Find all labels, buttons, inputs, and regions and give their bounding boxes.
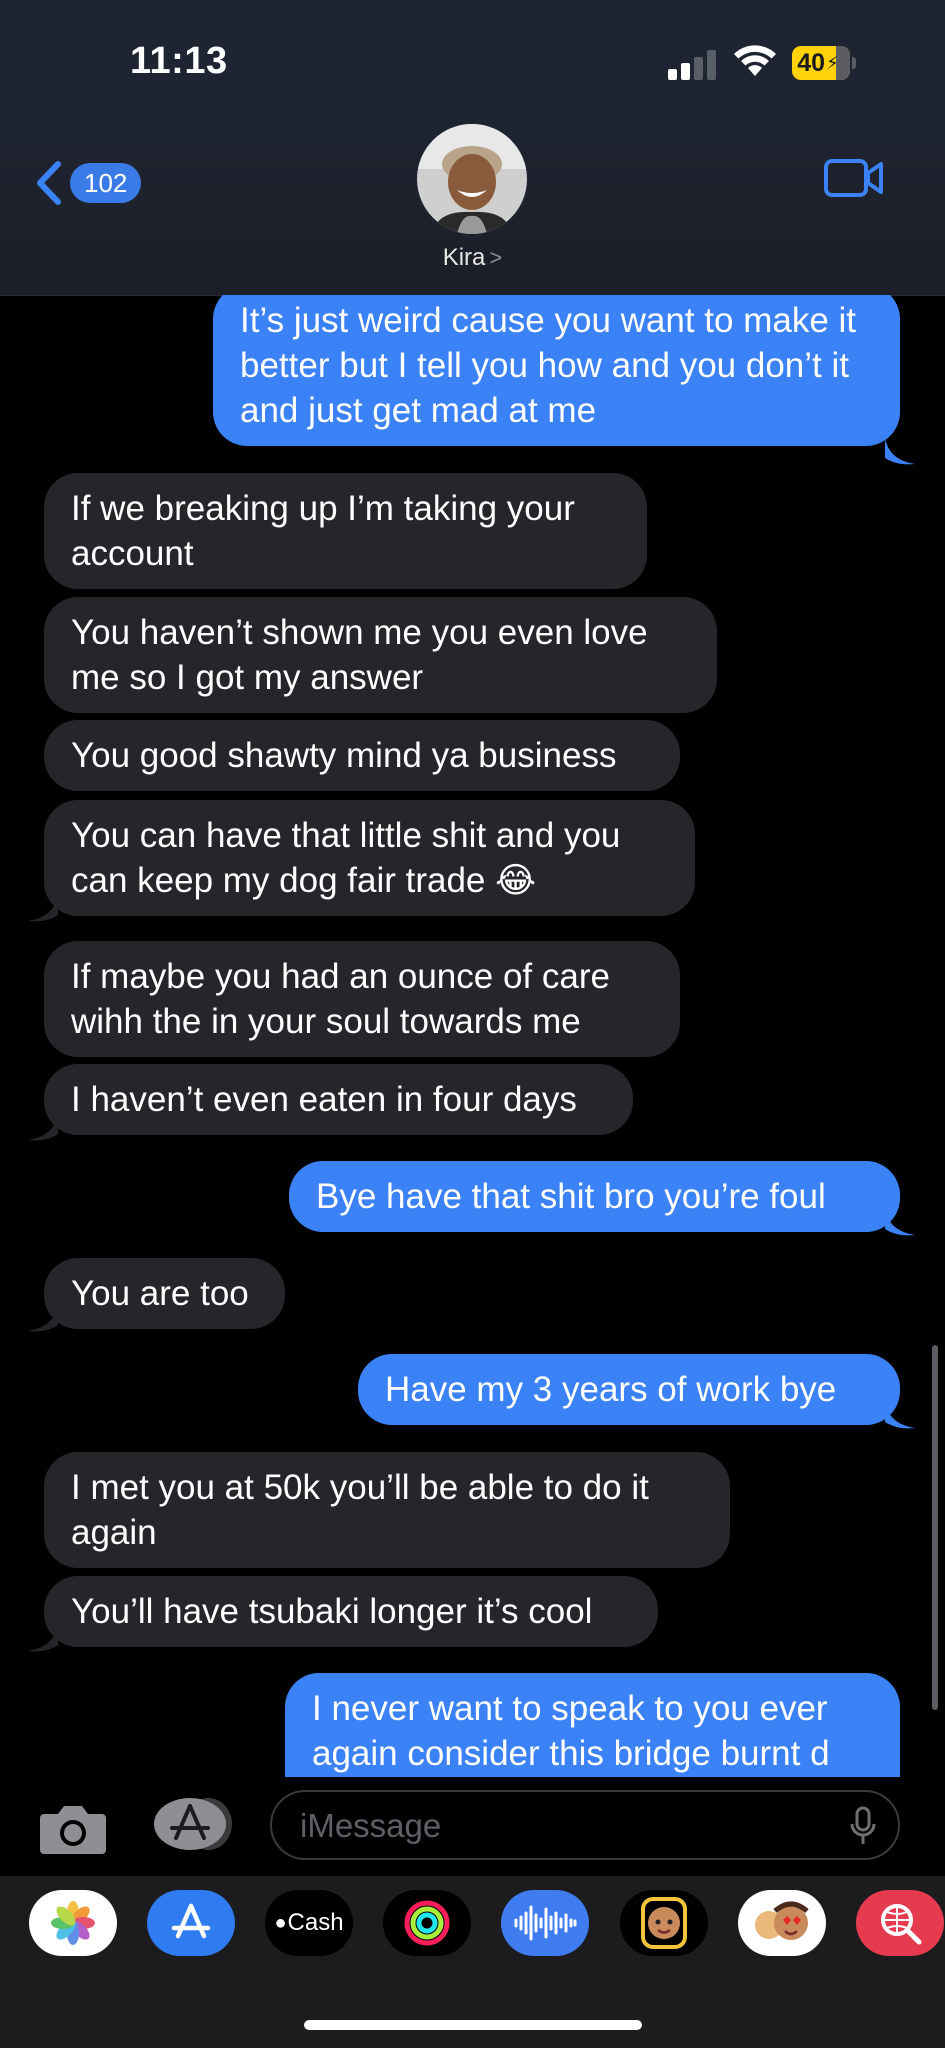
memoji-stickers-icon[interactable] [738, 1890, 826, 1956]
battery-level: 40 [797, 48, 826, 77]
sent-message-bubble[interactable]: Have my 3 years of work bye [358, 1354, 900, 1425]
audio-message-icon[interactable] [501, 1890, 589, 1956]
bubble-tail [28, 1114, 58, 1141]
apple-logo-icon: ● [274, 1911, 287, 1934]
message-text: You are too [71, 1274, 249, 1313]
message-text: You’ll have tsubaki longer it’s cool [71, 1592, 593, 1631]
message-text: You haven’t shown me you even love me so… [71, 613, 648, 697]
bubble-tail [28, 1305, 58, 1332]
web-search-icon[interactable] [856, 1890, 944, 1956]
received-message-bubble[interactable]: You’ll have tsubaki longer it’s cool [44, 1576, 658, 1647]
apple-cash-icon[interactable]: ● Cash [265, 1890, 353, 1956]
received-message-bubble[interactable]: I met you at 50k you’ll be able to do it… [44, 1452, 730, 1568]
message-input[interactable] [298, 1800, 822, 1852]
microphone-icon[interactable] [850, 1806, 876, 1846]
charging-bolt-icon: ⚡ [826, 52, 839, 73]
message-text: It’s just weird cause you want to make i… [240, 301, 857, 430]
scrollbar[interactable] [932, 1345, 938, 1710]
received-message-bubble[interactable]: I haven’t even eaten in four days [44, 1064, 633, 1135]
bubble-tail [885, 438, 915, 465]
apple-cash-label: Cash [287, 1909, 344, 1936]
app-store-apps-icon[interactable] [152, 1796, 234, 1852]
conversation-header: 11:13 40 ⚡ 102 Kira > [0, 0, 945, 296]
sent-message-bubble[interactable]: It’s just weird cause you want to make i… [213, 295, 900, 446]
camera-icon[interactable] [38, 1800, 108, 1856]
contact-avatar[interactable] [417, 124, 527, 234]
message-thread[interactable]: It’s just weird cause you want to make i… [0, 295, 945, 1777]
photos-app-icon[interactable] [29, 1890, 117, 1956]
sent-message-bubble[interactable]: Bye have that shit bro you’re foul [289, 1161, 900, 1232]
facetime-video-icon[interactable] [824, 158, 884, 198]
message-text: Have my 3 years of work bye [385, 1370, 837, 1409]
contact-name: Kira [442, 244, 486, 271]
chevron-right-icon: > [489, 245, 503, 270]
bubble-tail [28, 1625, 58, 1652]
message-text: If maybe you had an ounce of care wihh t… [71, 957, 610, 1041]
message-text: You good shawty mind ya business [71, 736, 617, 775]
message-text: If we breaking up I’m taking your accoun… [71, 489, 575, 573]
bubble-tail [885, 1209, 915, 1236]
message-text: I met you at 50k you’ll be able to do it… [71, 1468, 649, 1552]
received-message-bubble[interactable]: You haven’t shown me you even love me so… [44, 597, 717, 713]
home-indicator[interactable] [304, 2020, 642, 2030]
unread-count-badge: 102 [70, 163, 142, 203]
imessage-app-drawer: ● Cash [0, 1876, 945, 2048]
chevron-left-icon [37, 161, 61, 205]
wifi-icon [734, 45, 776, 76]
message-text: You can have that little shit and you ca… [71, 816, 621, 900]
memoji-icon[interactable] [620, 1890, 708, 1956]
message-text: I haven’t even eaten in four days [71, 1080, 577, 1119]
back-button[interactable]: 102 [34, 160, 142, 206]
battery-indicator: 40 ⚡ [792, 46, 858, 80]
received-message-bubble[interactable]: You can have that little shit and you ca… [44, 800, 695, 916]
sent-message-bubble[interactable]: I never want to speak to you ever again … [285, 1673, 900, 1777]
imessage-field[interactable] [270, 1790, 900, 1860]
compose-bar [0, 1778, 945, 1874]
bubble-tail [28, 895, 58, 922]
received-message-bubble[interactable]: If we breaking up I’m taking your accoun… [44, 473, 647, 589]
received-message-bubble[interactable]: You good shawty mind ya business [44, 720, 680, 791]
received-message-bubble[interactable]: You are too [44, 1258, 285, 1329]
contact-name-button[interactable]: Kira > [0, 244, 945, 272]
status-time: 11:13 [130, 40, 228, 82]
activity-icon[interactable] [383, 1890, 471, 1956]
app-store-icon[interactable] [147, 1890, 235, 1956]
received-message-bubble[interactable]: If maybe you had an ounce of care wihh t… [44, 941, 680, 1057]
message-text: I never want to speak to you ever again … [312, 1689, 830, 1773]
bubble-tail [885, 1402, 915, 1429]
cellular-signal-icon [668, 50, 718, 80]
message-text: Bye have that shit bro you’re foul [316, 1177, 826, 1216]
